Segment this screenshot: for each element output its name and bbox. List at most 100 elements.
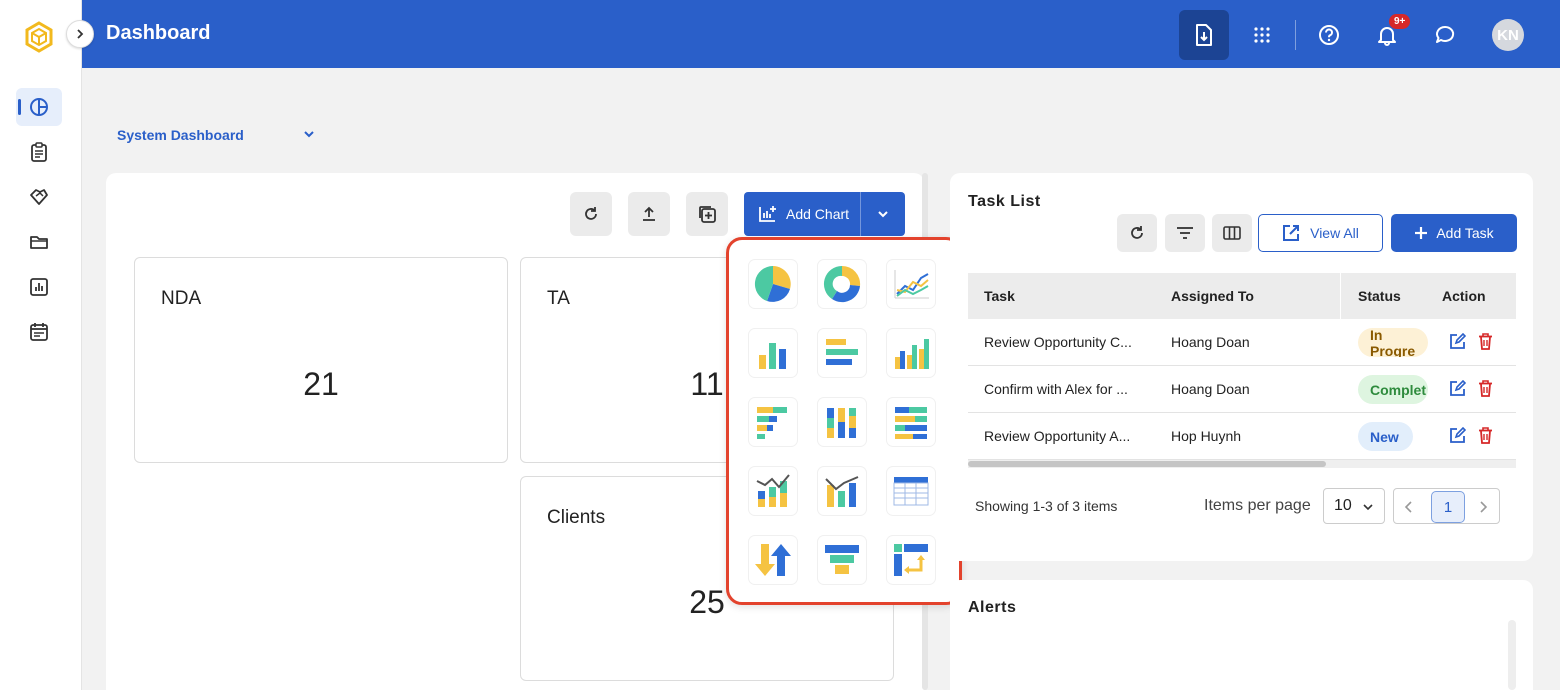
trash-icon[interactable] — [1478, 427, 1493, 449]
sidebar-expand-button[interactable] — [66, 20, 94, 48]
download-button[interactable] — [1179, 10, 1229, 60]
page-number-button[interactable]: 1 — [1431, 491, 1465, 523]
stacked-horizontal-bar-option[interactable] — [749, 398, 797, 446]
stacked-100-horizontal-option[interactable] — [887, 398, 935, 446]
notifications-button[interactable]: 9+ — [1362, 10, 1412, 60]
page-title: Dashboard — [106, 22, 211, 44]
apps-grid-icon — [1254, 27, 1270, 43]
sidebar-item-reports[interactable] — [16, 268, 62, 306]
horizontal-bar-chart-icon — [826, 339, 858, 365]
trash-icon[interactable] — [1478, 380, 1493, 402]
column-divider — [1340, 273, 1341, 319]
file-download-icon — [1196, 24, 1212, 46]
sidebar-item-folders[interactable] — [16, 223, 62, 261]
filter-tasks-button[interactable] — [1165, 214, 1205, 252]
app-logo-icon[interactable] — [22, 20, 56, 54]
chevron-right-icon — [77, 29, 84, 39]
horizontal-bar-chart-option[interactable] — [818, 329, 866, 377]
user-avatar[interactable]: KN — [1492, 19, 1524, 51]
refresh-dashboard-button[interactable] — [570, 192, 612, 236]
items-per-page-select[interactable]: 10 — [1323, 488, 1385, 524]
left-sidebar — [0, 0, 82, 690]
chat-bubble-icon — [1436, 25, 1455, 43]
funnel-chart-option[interactable] — [818, 536, 866, 584]
edit-icon[interactable] — [1449, 332, 1467, 355]
sidebar-item-deals[interactable] — [16, 178, 62, 216]
edit-icon[interactable] — [1449, 426, 1467, 449]
column-header-task[interactable]: Task — [984, 288, 1015, 304]
task-name: Review Opportunity C... — [984, 334, 1132, 350]
sidebar-item-documents[interactable] — [16, 133, 62, 171]
items-per-page-label: Items per page — [1204, 497, 1311, 514]
stat-card-title: TA — [547, 288, 570, 309]
columns-toggle-button[interactable] — [1212, 214, 1252, 252]
table-row[interactable]: Confirm with Alex for ... Hoang Doan Com… — [968, 366, 1516, 413]
add-chart-dropdown-toggle[interactable] — [861, 192, 905, 236]
task-assignee: Hop Huynh — [1171, 428, 1242, 444]
duplicate-dashboard-button[interactable] — [686, 192, 728, 236]
stat-card-nda[interactable]: NDA 21 — [134, 257, 508, 463]
refresh-icon — [1131, 226, 1143, 239]
apps-button[interactable] — [1237, 10, 1287, 60]
status-badge: Complet — [1358, 375, 1428, 404]
open-external-icon — [1283, 225, 1300, 241]
table-row[interactable]: Review Opportunity A... Hop Huynh New — [968, 413, 1516, 460]
help-button[interactable] — [1304, 10, 1354, 60]
dashboard-selector[interactable]: System Dashboard — [117, 127, 244, 143]
edit-icon[interactable] — [1449, 379, 1467, 402]
status-badge: New — [1358, 422, 1413, 451]
stat-card-title: NDA — [161, 288, 202, 309]
line-chart-icon — [894, 270, 929, 299]
calendar-icon — [30, 323, 48, 341]
add-chart-button[interactable]: Add Chart — [744, 192, 860, 236]
pie-chart-option[interactable] — [749, 260, 797, 308]
folder-icon — [30, 236, 48, 249]
table-row[interactable]: Review Opportunity C... Hoang Doan In Pr… — [968, 319, 1516, 366]
donut-chart-option[interactable] — [818, 260, 866, 308]
pie-chart-icon — [30, 98, 48, 116]
grouped-bar-chart-option[interactable] — [887, 329, 935, 377]
header-divider — [1295, 20, 1296, 50]
chevron-down-icon — [878, 211, 888, 218]
combo-stacked-line-option[interactable] — [749, 467, 797, 515]
combo-bar-line-icon — [825, 476, 859, 507]
clipboard-icon — [31, 142, 47, 162]
table-horizontal-scrollbar[interactable] — [968, 460, 1516, 468]
combo-stacked-line-icon — [756, 474, 790, 507]
view-all-button[interactable]: View All — [1258, 214, 1383, 252]
bar-report-icon — [30, 278, 48, 296]
column-header-action[interactable]: Action — [1442, 288, 1486, 304]
refresh-icon — [585, 207, 597, 220]
donut-chart-icon — [823, 265, 861, 303]
top-header: Dashboard 9+ KN — [82, 0, 1560, 68]
handshake-icon — [30, 189, 48, 205]
trash-icon[interactable] — [1478, 333, 1493, 355]
table-chart-option[interactable] — [887, 467, 935, 515]
chevron-left-icon[interactable] — [1404, 500, 1414, 519]
sidebar-item-dashboard[interactable] — [16, 88, 62, 126]
stacked-column-option[interactable] — [818, 398, 866, 446]
sidebar-item-calendar[interactable] — [16, 313, 62, 351]
view-all-label: View All — [1310, 225, 1359, 241]
alerts-scrollbar[interactable] — [1508, 620, 1516, 690]
scrollbar-thumb[interactable] — [968, 461, 1326, 467]
table-chart-icon — [893, 477, 929, 506]
combo-bar-line-option[interactable] — [818, 467, 866, 515]
task-list-title: Task List — [968, 193, 1041, 210]
chevron-down-icon[interactable] — [302, 127, 316, 146]
bar-chart-option[interactable] — [749, 329, 797, 377]
sort-arrows-option[interactable] — [749, 536, 797, 584]
refresh-tasks-button[interactable] — [1117, 214, 1157, 252]
line-chart-option[interactable] — [887, 260, 935, 308]
chevron-right-icon[interactable] — [1478, 500, 1488, 519]
add-task-button[interactable]: Add Task — [1391, 214, 1517, 252]
pagination: 1 — [1393, 488, 1500, 524]
stacked-horizontal-bar-icon — [757, 407, 787, 439]
chat-button[interactable] — [1420, 10, 1470, 60]
column-header-assigned-to[interactable]: Assigned To — [1171, 288, 1254, 304]
export-dashboard-button[interactable] — [628, 192, 670, 236]
pivot-table-option[interactable] — [887, 536, 935, 584]
column-header-status[interactable]: Status — [1358, 288, 1401, 304]
task-name: Confirm with Alex for ... — [984, 381, 1128, 397]
pie-chart-icon — [754, 265, 791, 302]
